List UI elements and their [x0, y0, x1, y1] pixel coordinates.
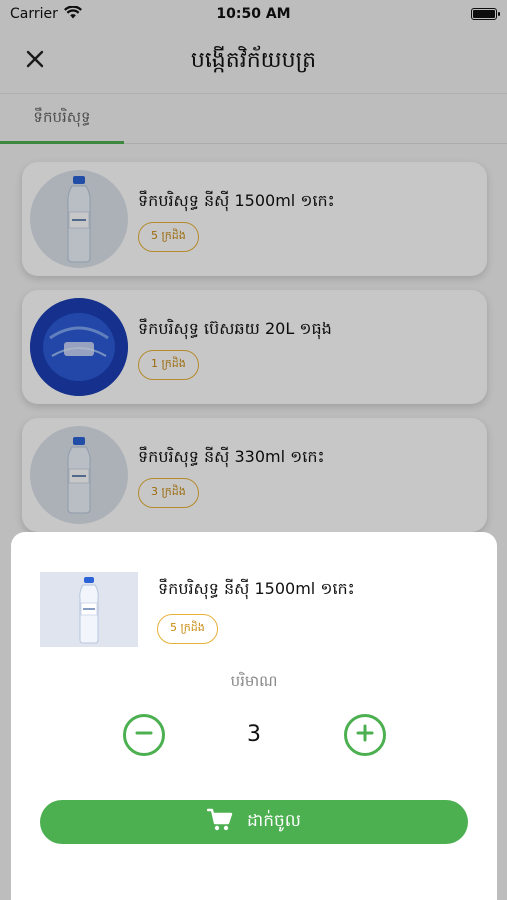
add-to-cart-button[interactable]: ដាក់ចូល: [40, 800, 468, 844]
quantity-label: បរិមាណ: [230, 672, 278, 690]
water-bottle-icon: [79, 576, 99, 643]
sheet-stock-badge: 5 ក្រដិង: [157, 614, 218, 644]
add-to-cart-sheet: ទឹកបរិសុទ្ធ នីស៊ី 1500ml ១កេះ 5 ក្រដិង ប…: [11, 532, 497, 900]
decrease-quantity-button[interactable]: [123, 714, 165, 756]
plus-icon: [355, 723, 375, 747]
minus-icon: [134, 723, 154, 747]
quantity-value: 3: [247, 722, 261, 747]
add-to-cart-label: ដាក់ចូល: [247, 810, 301, 831]
sheet-product-image: [40, 572, 138, 647]
cart-icon: [206, 808, 233, 837]
increase-quantity-button[interactable]: [344, 714, 386, 756]
sheet-product-name: ទឹកបរិសុទ្ធ នីស៊ី 1500ml ១កេះ: [158, 579, 355, 598]
